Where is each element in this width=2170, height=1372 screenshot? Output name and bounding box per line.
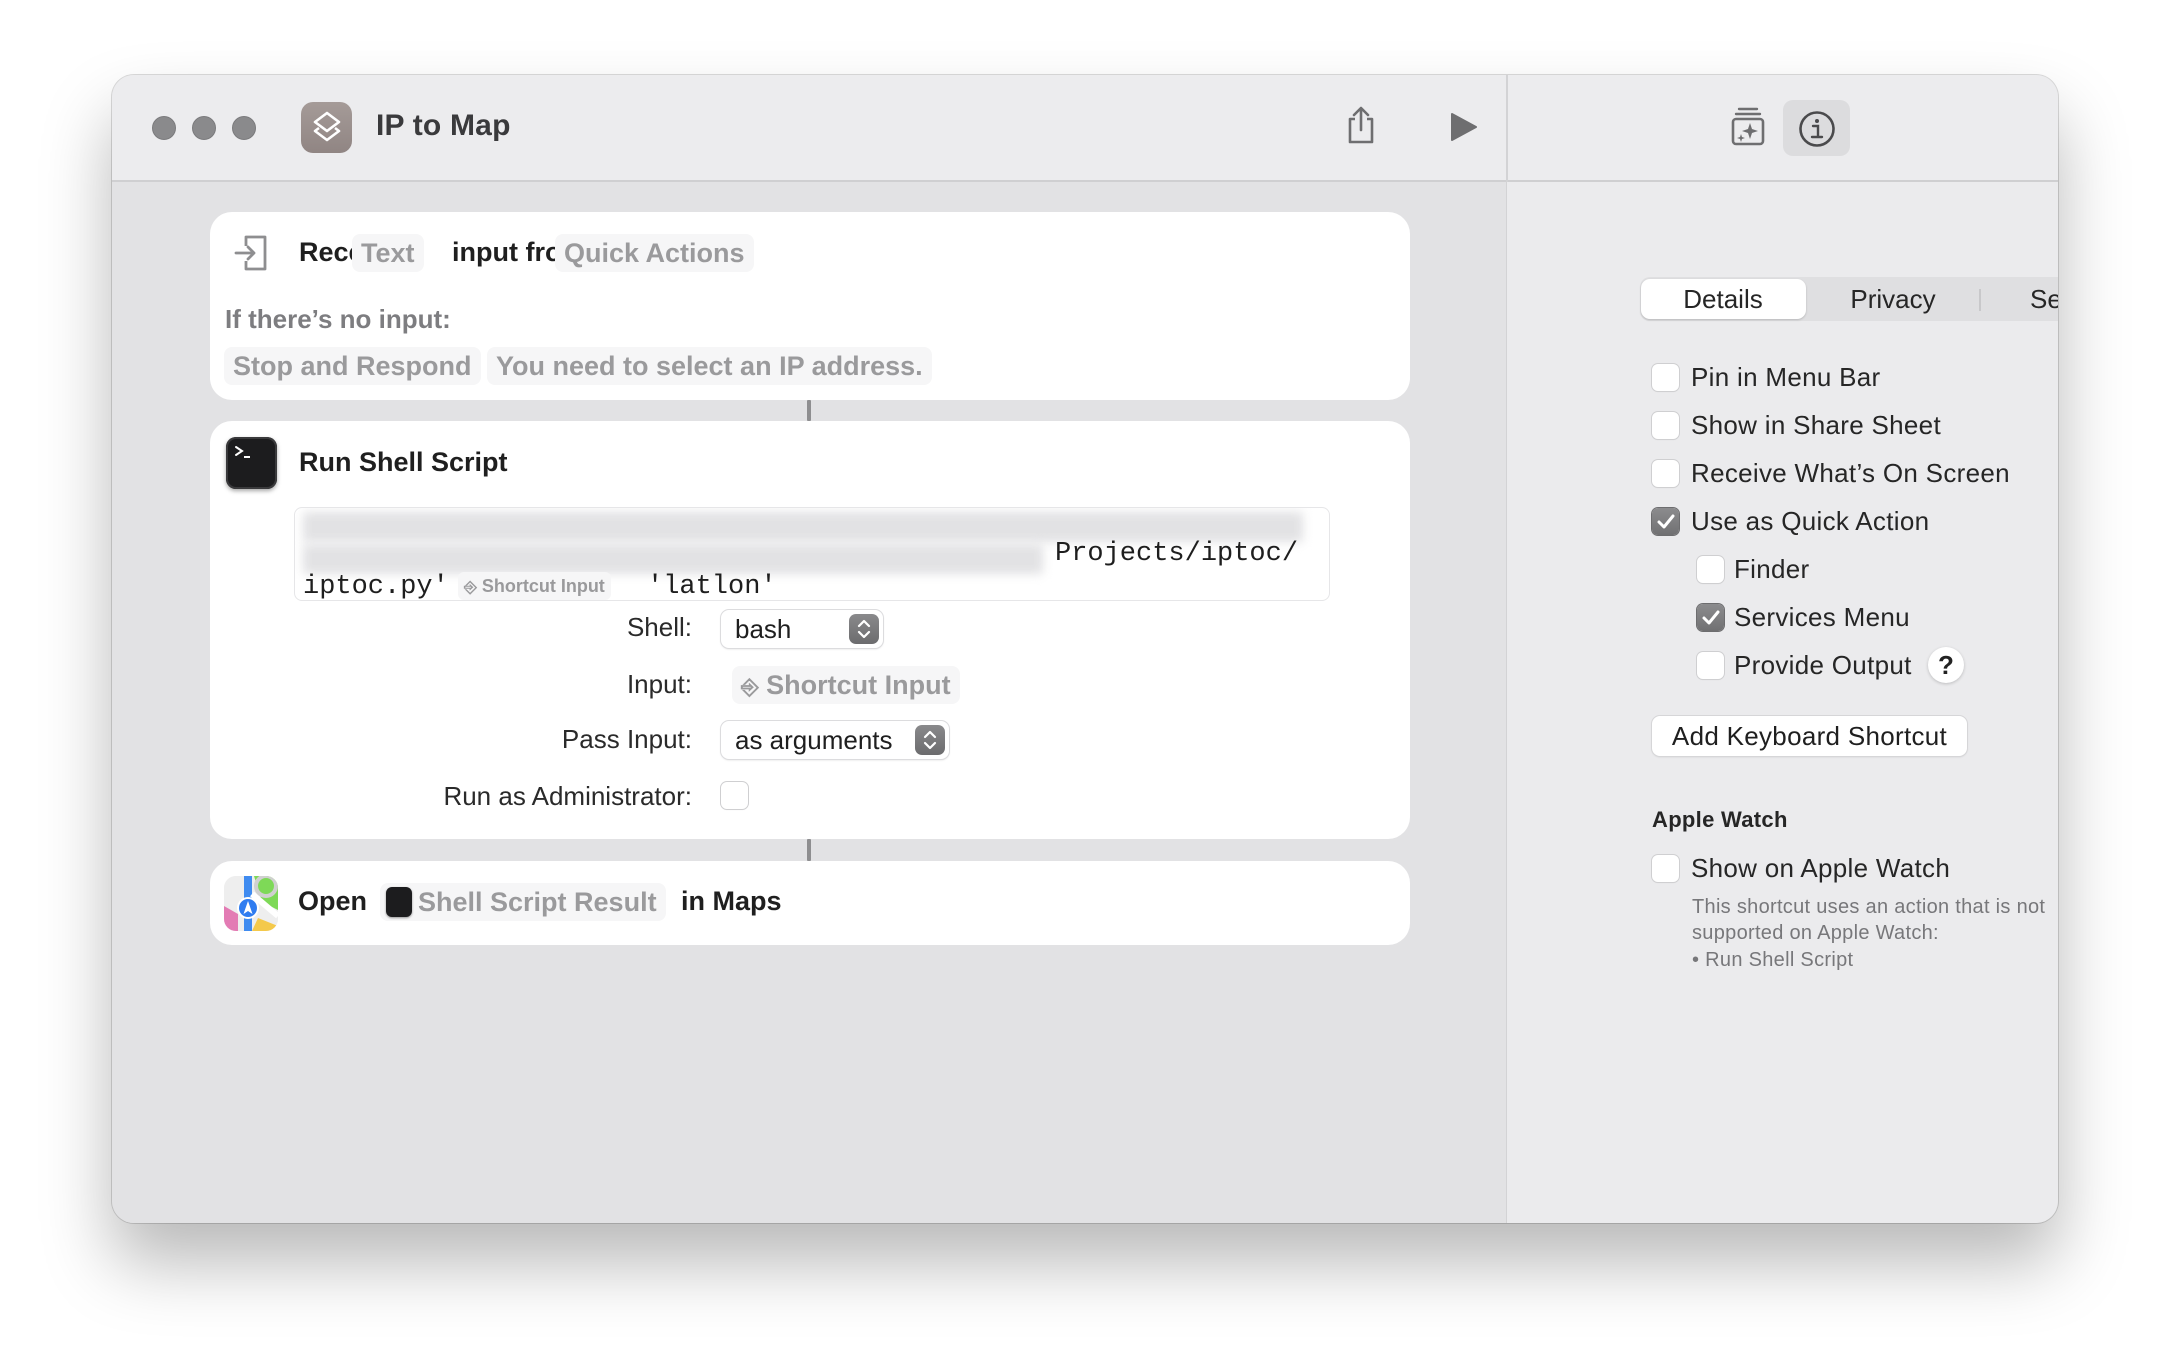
no-input-message-text: You need to select an IP address. [496,351,923,381]
use-as-quick-action-label[interactable]: Use as Quick Action [1691,506,1929,537]
script-variable-token[interactable]: ⎆ Shortcut Input [458,572,611,600]
no-input-label: If there’s no input: [225,304,451,334]
receive-input-icon: ⎆ [741,674,759,699]
no-input-message-token[interactable]: You need to select an IP address. [487,347,932,385]
pass-input-value: as arguments [735,725,893,755]
shortcuts-icon[interactable] [301,102,352,153]
script-editor[interactable]: Projects/iptoc/ iptoc.py' ⎆ Shortcut Inp… [294,507,1330,601]
no-input-action-token[interactable]: Stop and Respond [224,347,481,385]
shell-result-token[interactable]: Shell Script Result [380,883,666,921]
shell-popup[interactable]: bash [721,610,883,648]
add-keyboard-shortcut-button[interactable]: Add Keyboard Shortcut [1652,716,1967,756]
toolbar: IP to Map [112,75,2058,182]
no-input-action-text: Stop and Respond [233,351,472,381]
checkmark-icon [1657,514,1674,528]
show-in-share-sheet-label[interactable]: Show in Share Sheet [1691,410,1941,441]
input-source-token[interactable]: Quick Actions [555,234,754,272]
show-on-apple-watch-checkbox[interactable] [1652,855,1679,882]
close-window-button[interactable] [152,116,176,140]
provide-output-checkbox[interactable] [1697,652,1724,679]
receive-input-icon [234,234,268,272]
up-down-chevron-icon [849,614,879,644]
pass-input-label: Pass Input: [561,724,692,754]
tab-details[interactable]: Details [1640,277,1806,321]
redacted-script-line-1 [303,512,1303,542]
redacted-script-line-2 [303,544,1043,574]
inspector-panel: Details Privacy Setup Pin in Menu Bar Sh… [1507,182,2058,1223]
apple-watch-heading: Apple Watch [1652,807,1788,832]
help-button[interactable]: ? [1928,647,1964,683]
script-path-text: Projects/iptoc/ [1055,539,1299,569]
script-argument-text: 'latlon' [647,572,777,601]
show-on-apple-watch-label[interactable]: Show on Apple Watch [1691,853,1950,884]
receive-whats-on-screen-label[interactable]: Receive What’s On Screen [1691,458,2010,489]
tab-setup[interactable]: Setup [1980,277,2058,321]
in-maps-label: in Maps [681,886,782,916]
use-as-quick-action-checkbox[interactable] [1652,508,1679,535]
services-menu-label[interactable]: Services Menu [1734,602,1910,633]
pin-in-menu-bar-checkbox[interactable] [1652,364,1679,391]
tab-privacy[interactable]: Privacy [1806,277,1980,321]
show-in-share-sheet-checkbox[interactable] [1652,412,1679,439]
apple-watch-note-line-2: supported on Apple Watch: [1692,922,1939,944]
terminal-icon [226,437,277,489]
input-type-text: Text [361,238,415,268]
action-open-in-maps[interactable]: Open Shell Script Result in Maps [210,861,1410,945]
zoom-window-button[interactable] [232,116,256,140]
receive-input-icon: ⎆ [464,579,477,596]
run-as-admin-label: Run as Administrator: [443,781,692,811]
checkmark-icon [1702,610,1719,624]
finder-checkbox[interactable] [1697,556,1724,583]
up-down-chevron-icon [915,725,945,755]
shortcut-editor-window: IP to Map Receive Text input from Quick … [112,75,2058,1223]
minimize-window-button[interactable] [192,116,216,140]
services-menu-checkbox[interactable] [1697,604,1724,631]
open-label: Open [298,886,368,916]
finder-label[interactable]: Finder [1734,554,1810,585]
script-file-text: iptoc.py' [303,572,449,601]
script-variable-text: Shortcut Input [481,576,605,596]
play-icon[interactable] [1450,112,1478,142]
run-as-admin-checkbox[interactable] [721,782,748,809]
apple-watch-note-line-1: This shortcut uses an action that is not [1692,896,2046,918]
input-type-token[interactable]: Text [352,234,424,272]
input-label: Input: [626,669,692,699]
input-source-text: Quick Actions [564,238,745,268]
shell-result-text: Shell Script Result [418,887,657,917]
provide-output-label[interactable]: Provide Output [1734,650,1912,681]
action-library-icon[interactable] [1730,106,1766,146]
share-icon[interactable] [1345,105,1377,145]
apple-watch-note-line-3: • Run Shell Script [1692,949,1854,971]
info-icon[interactable] [1798,110,1836,148]
terminal-icon [386,886,412,917]
receive-whats-on-screen-checkbox[interactable] [1652,460,1679,487]
action-connector [807,839,811,861]
shell-value: bash [735,614,792,644]
pass-input-popup[interactable]: as arguments [721,721,949,759]
action-run-shell-script[interactable]: Run Shell Script Projects/iptoc/ iptoc.p… [210,421,1410,839]
shell-label: Shell: [626,612,692,642]
inspector-tabs: Details Privacy Setup [1640,277,2058,321]
action-title: Run Shell Script [299,447,508,477]
input-variable-token[interactable]: ⎆ Shortcut Input [732,666,960,704]
input-variable-text: Shortcut Input [766,670,951,700]
pin-in-menu-bar-label[interactable]: Pin in Menu Bar [1691,362,1880,393]
shortcut-title[interactable]: IP to Map [376,109,511,143]
action-connector [807,400,811,421]
maps-icon [224,876,278,931]
shortcut-editor-canvas: Receive Text input from Quick Actions If… [112,182,1506,1223]
action-receive-input[interactable]: Receive Text input from Quick Actions If… [210,212,1410,400]
